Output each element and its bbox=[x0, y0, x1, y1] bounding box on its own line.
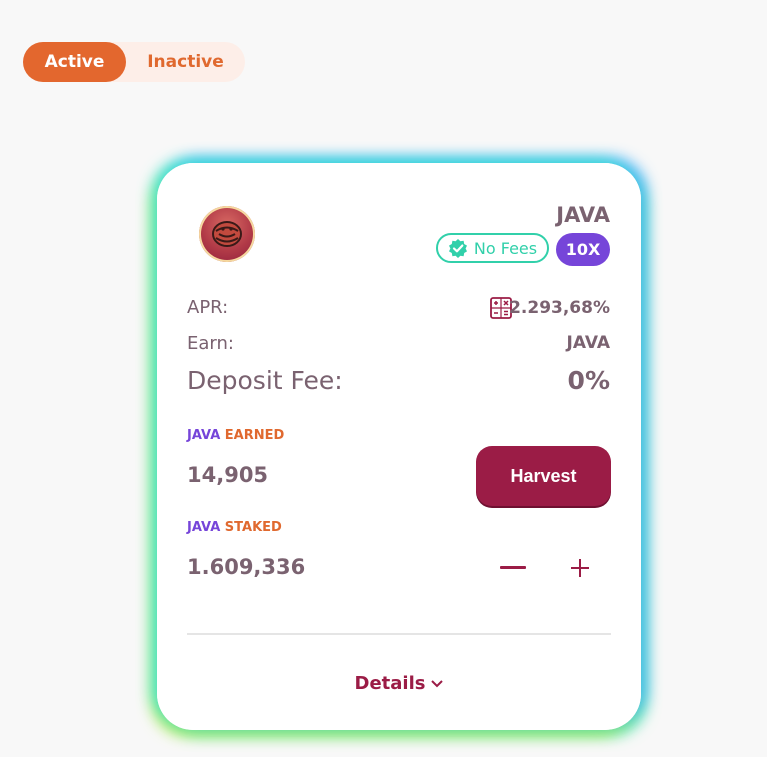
farm-token-title: JAVA bbox=[556, 203, 610, 227]
farm-card: JAVA No Fees 10X APR: 2.293,68% Earn: JA… bbox=[157, 163, 641, 730]
farm-status-toggle: Active Inactive bbox=[23, 42, 245, 82]
chevron-down-icon bbox=[431, 679, 444, 687]
apr-label: APR: bbox=[187, 297, 229, 318]
earned-token: JAVA bbox=[187, 428, 221, 443]
harvest-button[interactable]: Harvest bbox=[476, 446, 611, 506]
earned-section-label: JAVA EARNED bbox=[187, 428, 284, 443]
verified-check-icon bbox=[448, 239, 467, 258]
minus-icon bbox=[500, 566, 526, 569]
java-token-logo bbox=[199, 206, 255, 262]
inactive-tab[interactable]: Inactive bbox=[126, 42, 245, 82]
deposit-fee-label: Deposit Fee: bbox=[187, 366, 343, 395]
card-divider bbox=[187, 633, 611, 635]
earn-label: Earn: bbox=[187, 333, 234, 354]
apr-value: 2.293,68% bbox=[509, 298, 610, 318]
staked-amount: 1.609,336 bbox=[187, 555, 306, 579]
no-fees-label: No Fees bbox=[473, 238, 538, 258]
deposit-fee-value: 0% bbox=[567, 366, 610, 395]
stake-button[interactable] bbox=[560, 553, 600, 583]
earn-value: JAVA bbox=[566, 333, 611, 353]
staked-section-label: JAVA STAKED bbox=[187, 520, 282, 535]
earned-text: EARNED bbox=[224, 428, 285, 443]
no-fees-badge: No Fees bbox=[436, 233, 549, 263]
earned-amount: 14,905 bbox=[187, 463, 269, 487]
staked-token: JAVA bbox=[187, 520, 221, 535]
details-label: Details bbox=[354, 673, 426, 694]
details-toggle[interactable]: Details bbox=[157, 673, 641, 694]
active-tab[interactable]: Active bbox=[23, 42, 126, 82]
plus-icon bbox=[571, 559, 589, 577]
staked-text: STAKED bbox=[224, 520, 282, 535]
multiplier-badge: 10X bbox=[556, 233, 610, 266]
coffee-bean-face-icon bbox=[212, 221, 242, 247]
unstake-button[interactable] bbox=[493, 553, 533, 583]
